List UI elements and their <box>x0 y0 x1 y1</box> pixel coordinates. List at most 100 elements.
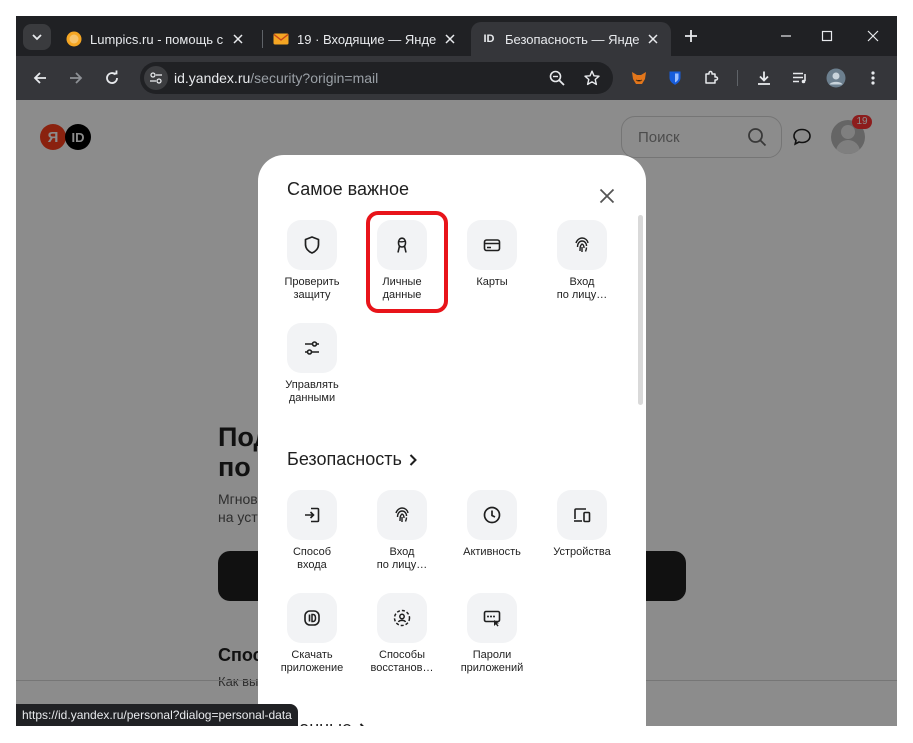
tile-icon-box <box>287 490 337 540</box>
maximize-icon <box>821 30 833 42</box>
menu-button[interactable] <box>859 64 887 92</box>
tab-title: Lumpics.ru - помощь с компьютером <box>90 31 225 47</box>
recovery-icon <box>393 609 411 627</box>
yandex-id-icon: ID <box>483 33 495 45</box>
site-info-button[interactable] <box>144 66 168 90</box>
tile-devices[interactable]: Устройства <box>537 490 627 559</box>
tile-label: Активность <box>463 546 521 558</box>
forward-button[interactable] <box>62 64 90 92</box>
tile-login-method[interactable]: Способ входа <box>267 490 357 572</box>
tile-icon-box <box>557 220 607 270</box>
maximize-button[interactable] <box>815 25 839 47</box>
fingerprint-icon <box>575 237 589 252</box>
tile-icon-box <box>377 593 427 643</box>
highlight-frame <box>366 211 448 313</box>
tile-label: Пароли приложений <box>460 649 524 674</box>
section-title-text: Безопасность <box>287 449 402 469</box>
extension-metamask[interactable] <box>625 64 653 92</box>
tune-icon <box>150 72 162 84</box>
tile-recovery[interactable]: Способы восстанов… <box>357 593 447 675</box>
tab-search-button[interactable] <box>23 24 51 50</box>
bookmark-button[interactable] <box>580 66 604 90</box>
close-icon[interactable] <box>231 31 246 47</box>
chevron-down-icon <box>32 34 42 41</box>
url-text: id.yandex.ru/security?origin=mail <box>174 70 378 86</box>
reload-icon <box>106 70 118 84</box>
close-icon[interactable] <box>442 31 458 47</box>
tile-app-passwords[interactable]: Пароли приложений <box>447 593 537 675</box>
tile-label: Проверить защиту <box>284 276 340 301</box>
close-icon[interactable] <box>646 31 661 47</box>
tile-cards[interactable]: Карты <box>447 220 537 289</box>
tile-label: Управлять данными <box>285 379 339 404</box>
star-icon <box>584 70 600 86</box>
tile-activity[interactable]: Активность <box>447 490 537 559</box>
tile-icon-box <box>377 490 427 540</box>
tile-icon-box <box>557 490 607 540</box>
tile-face-login[interactable]: Вход по лицу… <box>537 220 627 302</box>
extension-bitwarden[interactable] <box>661 64 689 92</box>
devices-icon <box>574 508 591 523</box>
tab-title: Безопасность — Яндекс ID <box>505 31 640 47</box>
minimize-button[interactable] <box>774 25 798 47</box>
id-app-icon <box>304 610 320 626</box>
tile-icon-box <box>287 323 337 373</box>
close-icon <box>599 188 615 204</box>
minimize-icon <box>781 35 791 37</box>
back-button[interactable] <box>26 64 54 92</box>
scrollbar[interactable] <box>638 215 643 405</box>
tile-icon-box <box>467 490 517 540</box>
close-icon <box>867 30 879 42</box>
fox-icon <box>632 72 646 84</box>
section-title-security[interactable]: Безопасность <box>287 449 418 470</box>
profile-button[interactable] <box>822 64 850 92</box>
tile-manage-data[interactable]: Управлять данными <box>267 323 357 405</box>
arrow-left-icon <box>33 72 46 84</box>
tile-download-app[interactable]: Скачать приложение <box>267 593 357 675</box>
shield-icon <box>669 71 681 85</box>
page-content: Я ID Поиск 19 Под по л Мгнов на уст Спос… <box>16 100 897 726</box>
downloads-button[interactable] <box>750 64 778 92</box>
tile-face-login-2[interactable]: Вход по лицу… <box>357 490 447 572</box>
lumpics-orange-icon <box>66 31 82 47</box>
fingerprint-icon <box>395 507 409 522</box>
section-title-data[interactable]: Данные <box>287 718 368 726</box>
extensions-button[interactable] <box>697 64 725 92</box>
sliders-icon <box>305 341 319 355</box>
mail-envelope-icon <box>273 31 289 47</box>
app-password-icon <box>483 610 501 627</box>
media-controls-button[interactable] <box>786 64 814 92</box>
tile-label: Скачать приложение <box>280 649 344 674</box>
section-title-important: Самое важное <box>287 179 409 200</box>
plus-icon <box>685 30 697 42</box>
modal-close-button[interactable] <box>597 186 617 206</box>
tab-yandex-mail[interactable]: 19 · Входящие — Яндекс Почта <box>263 22 468 56</box>
reload-button[interactable] <box>98 64 126 92</box>
tile-check-protection[interactable]: Проверить защиту <box>267 220 357 302</box>
puzzle-icon <box>705 70 719 84</box>
tile-label: Карты <box>476 276 508 288</box>
close-window-button[interactable] <box>861 25 885 47</box>
login-icon <box>305 507 320 523</box>
tab-strip: Lumpics.ru - помощь с компьютером 19 · В… <box>16 16 897 56</box>
address-bar[interactable]: id.yandex.ru/security?origin=mail <box>140 62 613 94</box>
tab-lumpics[interactable]: Lumpics.ru - помощь с компьютером <box>56 22 256 56</box>
tile-label: Способы восстанов… <box>370 649 434 674</box>
chevron-right-icon <box>408 453 418 467</box>
tile-label: Вход по лицу… <box>556 276 608 301</box>
toolbar-separator <box>737 70 738 86</box>
url-host: id.yandex.ru <box>174 70 251 86</box>
tile-label: Способ входа <box>292 546 332 571</box>
zoom-button[interactable] <box>545 66 569 90</box>
playlist-icon <box>793 72 806 84</box>
browser-window: Lumpics.ru - помощь с компьютером 19 · В… <box>16 16 897 726</box>
browser-toolbar: id.yandex.ru/security?origin=mail <box>16 56 897 100</box>
clock-icon <box>483 506 501 524</box>
card-icon <box>483 239 501 252</box>
arrow-right-icon <box>70 72 83 84</box>
new-tab-button[interactable] <box>680 25 702 47</box>
section-title-text: Самое важное <box>287 179 409 199</box>
zoom-icon <box>549 70 565 86</box>
tab-security[interactable]: ID Безопасность — Яндекс ID <box>471 22 671 56</box>
tab-title: 19 · Входящие — Яндекс Почта <box>297 31 437 47</box>
